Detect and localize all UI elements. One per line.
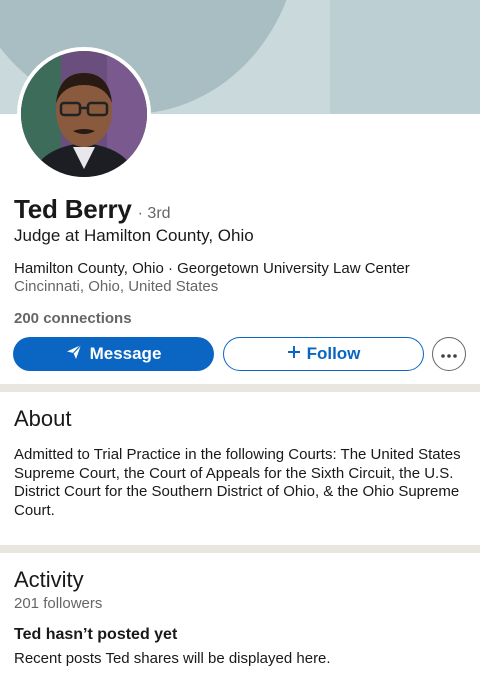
more-actions-button[interactable] <box>432 337 466 371</box>
section-divider <box>0 384 480 392</box>
profile-location: Cincinnati, Ohio, United States <box>14 278 219 295</box>
profile-headline: Judge at Hamilton County, Ohio <box>14 226 254 245</box>
avatar-photo <box>21 51 147 177</box>
avatar[interactable] <box>17 47 151 181</box>
followers-count: 201 followers <box>14 595 103 612</box>
message-button-label: Message <box>89 344 162 363</box>
activity-title: Activity <box>14 567 84 592</box>
profile-name: Ted Berry <box>14 194 132 224</box>
more-dots-icon <box>441 345 457 363</box>
connections-count[interactable]: 200 connections <box>14 310 132 327</box>
profile-name-row: Ted Berry · 3rd <box>14 194 171 225</box>
follow-button-label: Follow <box>306 344 361 363</box>
section-divider <box>0 545 480 553</box>
message-button[interactable]: Message <box>13 337 214 371</box>
profile-company-education[interactable]: Hamilton County, Ohio · Georgetown Unive… <box>14 260 410 277</box>
about-title: About <box>14 406 72 431</box>
send-icon <box>66 344 82 365</box>
no-posts-text: Recent posts Ted shares will be displaye… <box>14 650 331 667</box>
connection-degree: · 3rd <box>137 205 171 222</box>
about-text: Admitted to Trial Practice in the follow… <box>14 446 461 519</box>
follow-button[interactable]: Follow <box>223 337 424 371</box>
plus-icon <box>287 344 301 364</box>
banner-shape <box>330 0 480 114</box>
no-posts-title: Ted hasn’t posted yet <box>14 626 178 643</box>
